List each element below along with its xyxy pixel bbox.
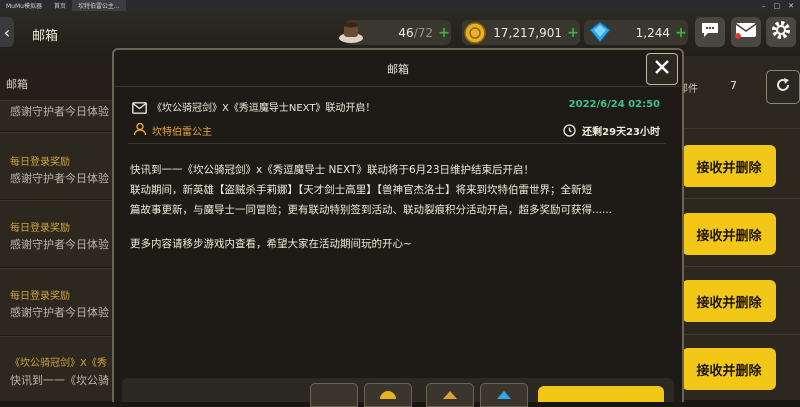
list-item[interactable]: 《坎公骑冠剑》X《秀 快讯到一一《坎公骑 <box>0 336 120 401</box>
list-item[interactable]: 每日登录奖励 感谢守护者今日体验 <box>0 268 120 335</box>
mail-subject: 《坎公骑冠剑》X《秀逗魔导士NEXT》联动开启！ <box>152 103 376 114</box>
chevron-left-icon: ‹ <box>3 22 11 42</box>
mail-body-line: 快讯到一一《坎公骑冠剑》x《秀逗魔导士 NEXT》联动将于6月23日维护结束后开… <box>130 164 535 176</box>
mail-body-line: 更多内容请移步游戏内查看，希望大家在活动期间玩的开心~ <box>130 238 412 250</box>
window-controls: – □ ✕ <box>762 2 800 10</box>
modal-header: 邮箱 <box>114 50 682 87</box>
chat-bubble-icon <box>700 21 720 43</box>
gem-icon <box>588 20 612 44</box>
divider <box>676 128 800 129</box>
attachment-slot[interactable] <box>364 383 412 407</box>
maximize-icon[interactable]: □ <box>774 2 781 10</box>
gear-icon <box>770 19 792 45</box>
mail-button[interactable] <box>731 17 761 47</box>
receive-delete-button[interactable]: 接收并删除 <box>682 145 776 187</box>
list-item[interactable]: 感谢守护者今日体验 <box>0 100 120 131</box>
chat-button[interactable] <box>695 17 725 47</box>
refresh-icon <box>774 76 792 98</box>
receive-delete-button[interactable]: 接收并删除 <box>682 348 776 390</box>
divider <box>676 266 800 267</box>
mail-icon <box>735 21 757 43</box>
mail-sender-row: 坎特伯雷公主 还剩29天23小时 <box>132 120 662 138</box>
stamina-value: 46 <box>398 25 414 40</box>
settings-button[interactable] <box>766 17 796 47</box>
gold-coin-icon <box>463 21 487 45</box>
close-icon <box>654 59 670 79</box>
mail-sender: 坎特伯雷公主 <box>152 127 212 138</box>
receive-delete-button[interactable]: 接收并删除 <box>682 213 776 255</box>
mail-detail-modal: 邮箱 《坎公骑冠剑》X《秀逗魔导士NEXT》联动开启！ 2022/6/24 02… <box>112 48 684 407</box>
refresh-button[interactable] <box>766 70 800 104</box>
receive-delete-button[interactable]: 接收并删除 <box>682 280 776 322</box>
attachment-slot[interactable] <box>480 383 528 407</box>
emulator-tab-bar: MuMu模拟器 首页 坎特伯雷公主... – □ ✕ <box>0 0 800 11</box>
back-button[interactable]: ‹ <box>0 17 14 47</box>
add-stamina-button[interactable]: + <box>437 25 451 41</box>
envelope-icon <box>132 99 147 118</box>
mail-body-line: 联动期间，新英雄【盗贼杀手莉娜】【天才剑士高里】【兽神官杰洛士】将来到坎特伯雷世… <box>130 184 592 196</box>
stamina-max: /72 <box>413 25 433 40</box>
modal-title: 邮箱 <box>387 63 409 76</box>
coffee-cup-icon <box>336 16 366 46</box>
add-gem-button[interactable]: + <box>674 25 688 41</box>
attachment-slot[interactable] <box>426 383 474 407</box>
minimize-icon[interactable]: – <box>762 2 766 10</box>
attachment-slot[interactable] <box>310 383 358 407</box>
gem-icon <box>494 384 514 406</box>
mail-expiry: 还剩29天23小时 <box>582 127 660 138</box>
divider <box>676 198 800 199</box>
close-button[interactable] <box>646 53 678 85</box>
user-icon <box>133 121 147 140</box>
page-title: 邮箱 <box>32 29 59 44</box>
gold-coin-icon <box>378 384 398 407</box>
close-window-icon[interactable]: ✕ <box>788 2 794 10</box>
clock-icon <box>563 122 576 141</box>
list-item[interactable]: 每日登录奖励 感谢守护者今日体验 <box>0 132 120 199</box>
emulator-game-tab[interactable]: 坎特伯雷公主... <box>71 0 126 11</box>
mail-count-value: 7 <box>730 79 737 92</box>
divider <box>128 143 666 144</box>
emulator-home-tab[interactable]: 首页 <box>48 0 72 11</box>
mail-body-line: 篇故事更新，与魔导士一同冒险；更有联动特别签到活动、联动裂痕积分活动开启，超多奖… <box>130 204 613 216</box>
divider <box>676 334 800 335</box>
mail-date: 2022/6/24 02:50 <box>568 99 660 110</box>
badge-icon <box>440 384 460 406</box>
list-item[interactable]: 每日登录奖励 感谢守护者今日体验 <box>0 200 120 267</box>
mailbox-header: 邮箱 <box>0 56 118 100</box>
mail-subject-row: 《坎公骑冠剑》X《秀逗魔导士NEXT》联动开启！ 2022/6/24 02:50 <box>132 97 662 115</box>
add-gold-button[interactable]: + <box>566 25 580 41</box>
emulator-app-tab[interactable]: MuMu模拟器 <box>0 0 48 11</box>
